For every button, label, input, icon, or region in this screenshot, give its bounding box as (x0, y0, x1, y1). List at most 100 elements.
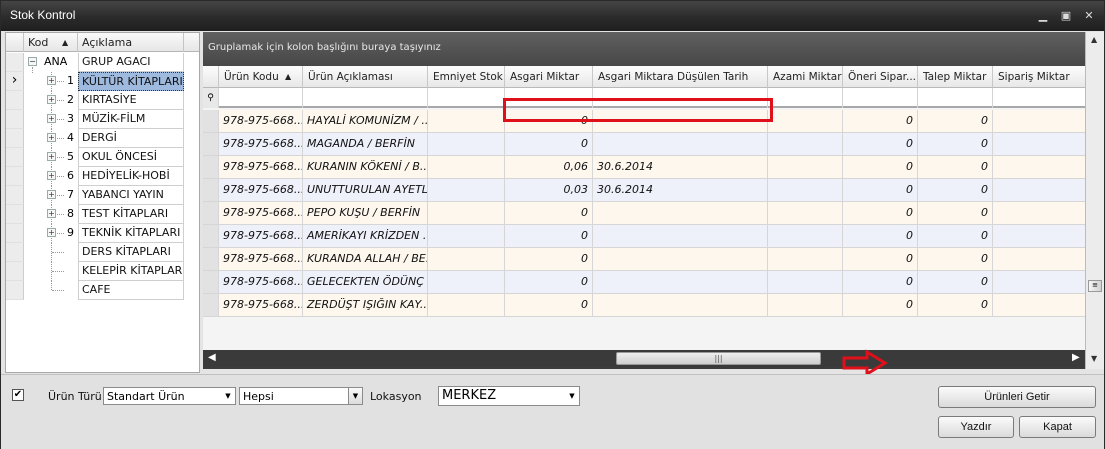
table-cell[interactable] (993, 225, 1086, 248)
table-cell[interactable] (768, 271, 843, 294)
tree-node[interactable]: › +1 KÜLTÜR KİTAPLARI (6, 72, 199, 91)
tree-node[interactable]: +5 OKUL ÖNCESİ (6, 148, 199, 167)
chevron-down-icon[interactable]: ▼ (565, 387, 579, 405)
tree-node-label[interactable]: DERS KİTAPLARI (78, 243, 184, 262)
scroll-up-icon[interactable]: ▲ (1091, 35, 1097, 44)
column-header[interactable]: Ürün Kodu ▲ (219, 66, 303, 88)
table-cell[interactable]: 0 (505, 133, 593, 156)
tree-node-label[interactable]: GRUP AGACI (78, 53, 184, 72)
table-cell[interactable]: GELECEKTEN ÖDÜNÇ ... (303, 271, 428, 294)
table-cell[interactable]: AMERİKAYI KRİZDEN ... (303, 225, 428, 248)
table-cell[interactable]: 0 (918, 110, 993, 133)
vertical-scroll-thumb[interactable]: ≡ (1088, 280, 1102, 292)
tree-node-label[interactable]: HEDİYELİK-HOBİ (78, 167, 184, 186)
table-cell[interactable]: 0 (843, 110, 918, 133)
expand-icon[interactable]: + (47, 228, 56, 237)
tree-node-label[interactable]: CAFE (78, 281, 184, 300)
table-cell[interactable] (768, 294, 843, 317)
table-cell[interactable]: 0 (918, 202, 993, 225)
column-header[interactable]: Ürün Açıklaması (303, 66, 428, 88)
expand-icon[interactable]: + (47, 209, 56, 218)
table-cell[interactable] (593, 294, 768, 317)
table-cell[interactable]: 978-975-668... (219, 156, 303, 179)
group-by-panel[interactable]: Gruplamak için kolon başlığını buraya ta… (203, 32, 1086, 66)
filter-cell[interactable] (918, 88, 993, 108)
expand-icon[interactable]: + (47, 133, 56, 142)
table-cell[interactable]: HAYALİ KOMUNİZM / ... (303, 110, 428, 133)
tree-node-label[interactable]: DERGİ (78, 129, 184, 148)
table-cell[interactable]: 30.6.2014 (593, 179, 768, 202)
filter-cell[interactable] (303, 88, 428, 108)
table-row[interactable]: 978-975-668... KURANDA ALLAH / BE... 0 0 0 (203, 248, 1086, 271)
table-cell[interactable]: 0 (843, 225, 918, 248)
table-cell[interactable] (593, 202, 768, 225)
tree-node-label[interactable]: TEKNİK KİTAPLARI (78, 224, 184, 243)
tree-node[interactable]: +2 KIRTASİYE (6, 91, 199, 110)
expand-icon[interactable]: + (47, 152, 56, 161)
tree-header-code[interactable]: Kod ▲ (24, 33, 78, 52)
filter-cell[interactable] (768, 88, 843, 108)
table-cell[interactable] (593, 248, 768, 271)
column-header[interactable]: Sipariş Miktar (993, 66, 1086, 88)
table-row[interactable]: 978-975-668... KURANIN KÖKENİ / B... 0,06 3… (203, 156, 1086, 179)
table-row[interactable]: 978-975-668... ZERDÜŞT IŞIĞIN KAY... 0 0 0 (203, 294, 1086, 317)
expand-icon[interactable]: + (47, 76, 56, 85)
tree-node[interactable]: +9 TEKNİK KİTAPLARI (6, 224, 199, 243)
table-cell[interactable]: UNUTTURULAN AYETL... (303, 179, 428, 202)
tree-header-desc[interactable]: Açıklama (78, 33, 184, 52)
chevron-down-icon[interactable]: ▼ (348, 388, 362, 404)
table-cell[interactable]: ZERDÜŞT IŞIĞIN KAY... (303, 294, 428, 317)
table-cell[interactable]: 0 (918, 225, 993, 248)
stock-grid[interactable]: Ürün Kodu ▲ Ürün Açıklaması Emniyet Stok Asg… (203, 66, 1086, 350)
group-tree[interactable]: Kod ▲ Açıklama − ANA GRUP AGACI › +1 KÜLTÜR K… (5, 32, 200, 373)
table-cell[interactable]: 978-975-668... (219, 225, 303, 248)
filter-cell[interactable] (993, 88, 1086, 108)
table-cell[interactable]: MAGANDA / BERFİN (303, 133, 428, 156)
table-cell[interactable] (993, 110, 1086, 133)
table-cell[interactable]: 0 (505, 202, 593, 225)
tree-node[interactable]: +3 MÜZİK-FİLM (6, 110, 199, 129)
column-header[interactable]: Asgari Miktar (505, 66, 593, 88)
column-header[interactable]: Öneri Sipar... (843, 66, 918, 88)
tree-node[interactable]: CAFE (6, 281, 199, 300)
table-cell[interactable]: 0 (918, 179, 993, 202)
table-row[interactable]: 978-975-668... MAGANDA / BERFİN 0 0 0 (203, 133, 1086, 156)
table-cell[interactable] (768, 202, 843, 225)
close-button[interactable]: Kapat (1019, 416, 1096, 438)
table-cell[interactable]: 978-975-668... (219, 294, 303, 317)
table-cell[interactable] (768, 248, 843, 271)
tree-node[interactable]: +8 TEST KİTAPLARI (6, 205, 199, 224)
table-cell[interactable] (593, 133, 768, 156)
minimize-icon[interactable]: ▁ (1036, 9, 1050, 23)
column-header[interactable]: Asgari Miktara Düşülen Tarih (593, 66, 768, 88)
table-cell[interactable]: 0 (843, 179, 918, 202)
table-cell[interactable] (768, 110, 843, 133)
table-cell[interactable] (428, 225, 505, 248)
table-cell[interactable]: PEPO KUŞU / BERFİN (303, 202, 428, 225)
column-header[interactable]: Emniyet Stok (428, 66, 505, 88)
table-cell[interactable] (428, 271, 505, 294)
chevron-down-icon[interactable]: ▼ (221, 388, 235, 404)
table-cell[interactable]: KURANDA ALLAH / BE... (303, 248, 428, 271)
expand-icon[interactable]: + (47, 171, 56, 180)
table-cell[interactable] (428, 179, 505, 202)
table-cell[interactable]: 0,03 (505, 179, 593, 202)
scroll-down-icon[interactable]: ▼ (1091, 354, 1097, 363)
horizontal-scrollbar[interactable]: ◀ ||| ▶ (203, 350, 1086, 367)
table-row[interactable]: 978-975-668... AMERİKAYI KRİZDEN ... 0 0 0 (203, 225, 1086, 248)
table-cell[interactable]: 0 (843, 271, 918, 294)
table-cell[interactable] (768, 156, 843, 179)
vertical-scrollbar[interactable]: ▲ ≡ ▼ (1085, 32, 1104, 369)
table-cell[interactable]: 978-975-668... (219, 248, 303, 271)
table-cell[interactable]: 0 (843, 294, 918, 317)
scroll-right-icon[interactable]: ▶ (1072, 352, 1080, 363)
table-row[interactable]: 978-975-668... UNUTTURULAN AYETL... 0,03 30… (203, 179, 1086, 202)
tree-node[interactable]: +4 DERGİ (6, 129, 199, 148)
table-cell[interactable] (993, 156, 1086, 179)
tree-node[interactable]: DERS KİTAPLARI (6, 243, 199, 262)
tree-node[interactable]: KELEPİR KİTAPLAR (6, 262, 199, 281)
table-cell[interactable]: 0 (843, 133, 918, 156)
table-cell[interactable] (993, 202, 1086, 225)
tree-node-label[interactable]: MÜZİK-FİLM (78, 110, 184, 129)
table-cell[interactable]: 0 (505, 271, 593, 294)
